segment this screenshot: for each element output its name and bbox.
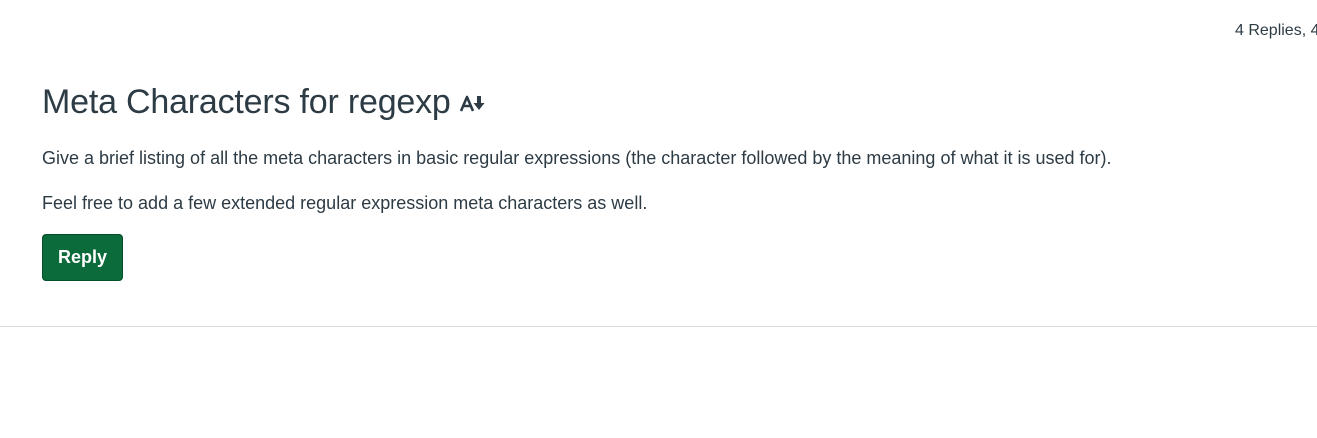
divider — [0, 326, 1317, 327]
message-paragraph: Give a brief listing of all the meta cha… — [42, 148, 1112, 168]
topic-title: Meta Characters for regexp — [42, 82, 451, 121]
message-paragraph: Feel free to add a few extended regular … — [42, 193, 648, 213]
topic-message: Give a brief listing of all the meta cha… — [42, 147, 1302, 214]
discussion-topic: Meta Characters for regexp Give a brief … — [42, 80, 1302, 281]
translate-icon[interactable] — [459, 94, 487, 114]
reply-button[interactable]: Reply — [42, 234, 123, 281]
replies-count: 4 Replies, 4 — [1235, 22, 1317, 39]
title-row: Meta Characters for regexp — [42, 80, 1302, 124]
discussion-page: 4 Replies, 4 Meta Characters for regexp … — [0, 0, 1317, 438]
